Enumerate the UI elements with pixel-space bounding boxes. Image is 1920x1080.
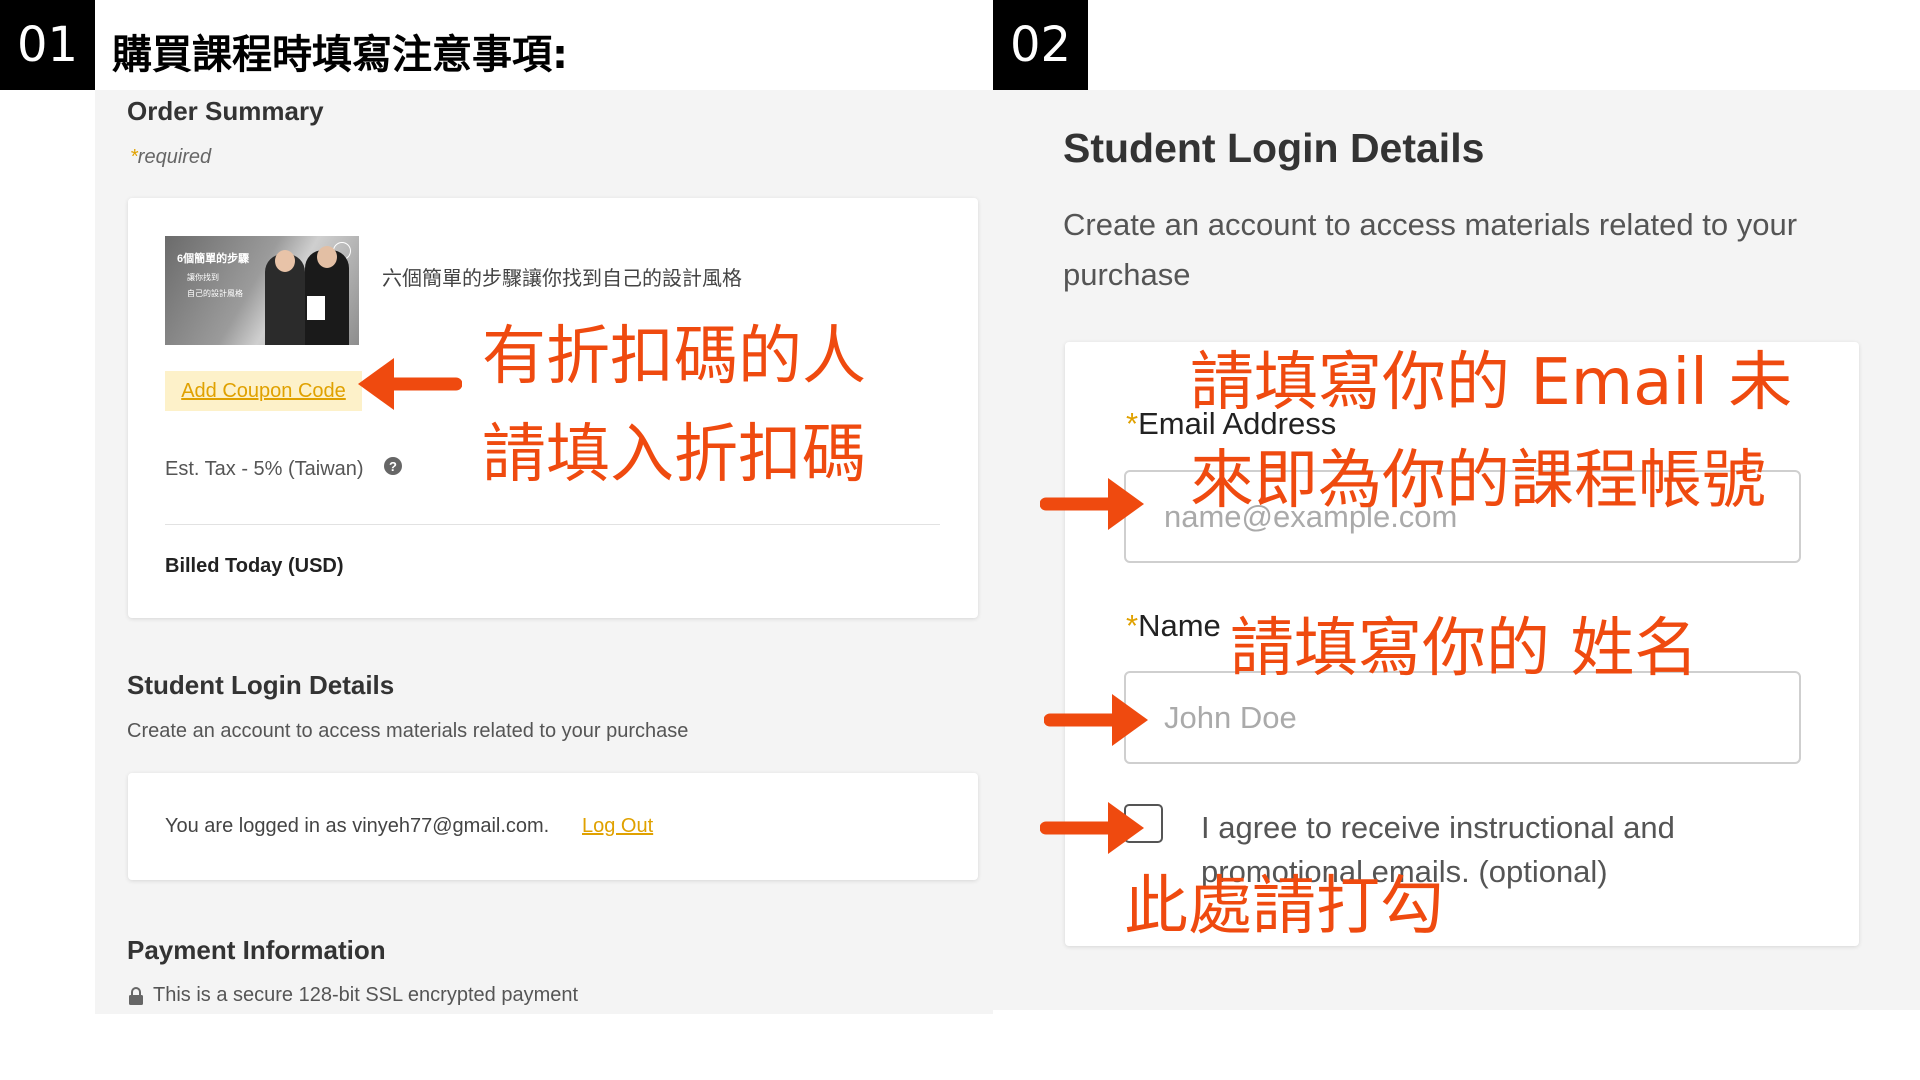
required-note: *required: [130, 146, 211, 169]
divider: [165, 524, 940, 525]
lock-icon: [129, 987, 143, 1005]
email-annotation: 請填寫你的 Email 未 來即為你的課程帳號: [1190, 334, 1792, 530]
arrow-right-icon: [1044, 694, 1148, 746]
coupon-annotation-line-1: 有折扣碼的人: [482, 320, 866, 394]
required-star: *: [130, 146, 138, 168]
thumbnail-certificate: [307, 296, 325, 320]
student-login-title: Student Login Details: [127, 670, 395, 700]
log-out-link[interactable]: Log Out: [582, 815, 653, 838]
arrow-left-icon: [358, 358, 462, 410]
name-label-text: Name: [1138, 608, 1221, 643]
course-name: 六個簡單的步驟讓你找到自己的設計風格: [382, 268, 742, 290]
student-login-form-subtitle: Create an account to access materials re…: [1063, 207, 1798, 292]
tax-label: Est. Tax - 5% (Taiwan): [165, 458, 364, 480]
thumbnail-person: [265, 250, 305, 345]
email-required-star: *: [1126, 406, 1139, 441]
email-annotation-line-2: 來即為你的課程帳號: [1190, 444, 1766, 518]
coupon-annotation: 有折扣碼的人 請填入折扣碼: [482, 308, 866, 504]
step-number-01: 01: [0, 0, 95, 90]
arrow-right-icon: [1040, 478, 1144, 530]
checkbox-annotation: 此處請打勾: [1124, 870, 1444, 944]
coupon-annotation-line-2: 請填入折扣碼: [482, 418, 866, 492]
arrow-right-icon: [1040, 802, 1144, 854]
help-circle-icon[interactable]: ?: [384, 457, 402, 475]
required-text: required: [137, 146, 212, 168]
logged-in-text: You are logged in as vinyeh77@gmail.com.: [165, 815, 550, 837]
student-login-form-title: Student Login Details: [1063, 125, 1485, 171]
order-summary-title: Order Summary: [127, 96, 324, 126]
name-annotation: 請填寫你的 姓名: [1230, 612, 1699, 686]
name-required-star: *: [1126, 608, 1139, 643]
thumbnail-line-2: 自己的設計風格: [187, 289, 243, 298]
step-number-02: 02: [993, 0, 1088, 90]
page-title: 購買課程時填寫注意事項:: [112, 32, 568, 78]
name-label: *Name: [1126, 608, 1221, 644]
course-thumbnail: 6個簡單的步驟 讓你找到 自己的設計風格: [165, 236, 359, 345]
email-annotation-line-1: 請填寫你的 Email 未: [1190, 346, 1793, 420]
thumbnail-line-1: 讓你找到: [187, 273, 219, 282]
billed-today-label: Billed Today (USD): [165, 555, 344, 577]
payment-information-title: Payment Information: [127, 935, 386, 965]
student-login-subtitle: Create an account to access materials re…: [127, 720, 689, 742]
thumbnail-subtitle: 讓你找到 自己的設計風格: [187, 270, 243, 302]
add-coupon-code-button[interactable]: Add Coupon Code: [165, 371, 362, 411]
thumbnail-title: 6個簡單的步驟: [177, 253, 250, 265]
secure-payment-text: This is a secure 128-bit SSL encrypted p…: [153, 984, 579, 1006]
